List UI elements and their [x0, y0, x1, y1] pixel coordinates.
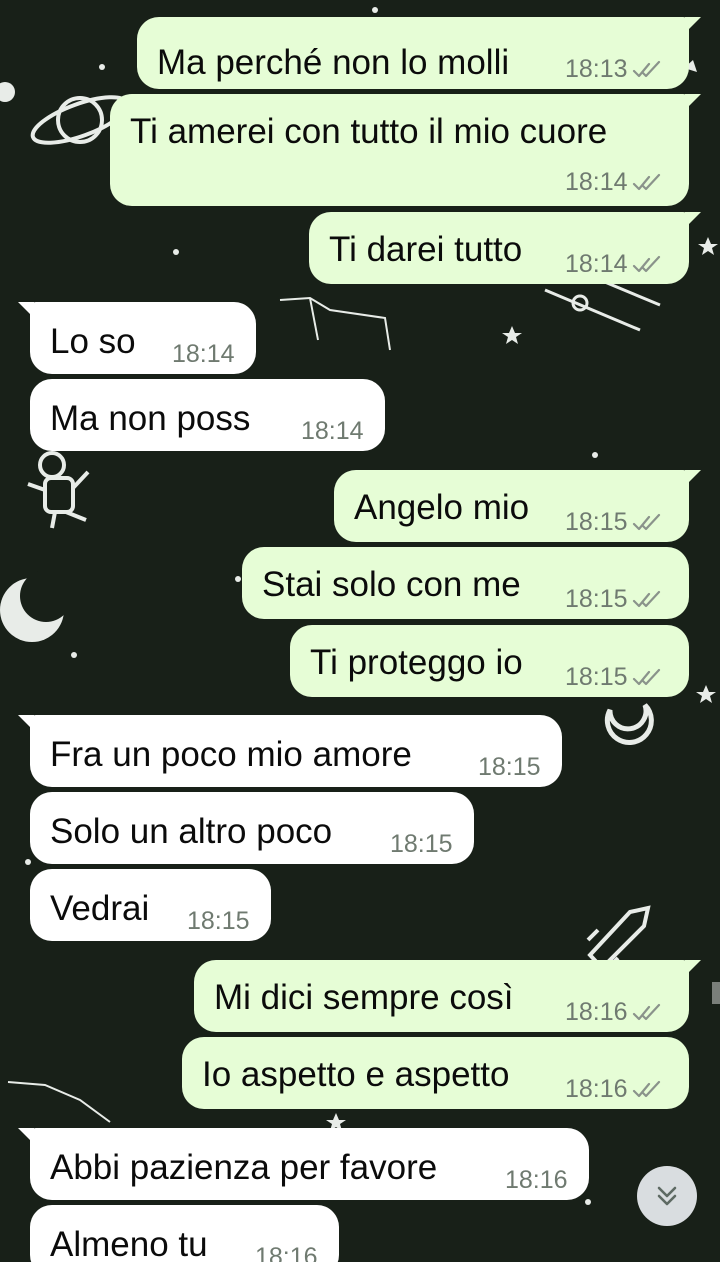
message-text: Abbi pazienza per favore — [50, 1148, 438, 1187]
message-text: Lo so — [50, 322, 136, 361]
incoming-message[interactable]: Ma non poss 18:14 — [30, 379, 385, 451]
message-timestamp: 18:15 — [565, 508, 628, 536]
message-meta: 18:15 — [478, 753, 541, 781]
message-text: Ma non poss — [50, 399, 251, 438]
bubble-tail — [18, 1128, 34, 1144]
scroll-indicator[interactable] — [712, 982, 720, 1004]
bubble-tail — [685, 17, 701, 33]
bubble-tail — [18, 302, 34, 318]
message-timestamp: 18:15 — [390, 830, 453, 858]
bubble-tail — [18, 715, 34, 731]
outgoing-message[interactable]: Stai solo con me 18:15 — [242, 547, 689, 619]
message-text: Vedrai — [50, 889, 150, 928]
message-meta: 18:15 — [187, 907, 250, 935]
moon-icon — [604, 703, 654, 745]
incoming-message[interactable]: Fra un poco mio amore 18:15 — [18, 715, 562, 787]
message-meta: 18:16 — [565, 1075, 662, 1103]
outgoing-message[interactable]: Ti proteggo io 18:15 — [290, 625, 689, 697]
message-meta: 18:14 — [565, 250, 662, 278]
message-timestamp: 18:15 — [187, 907, 250, 935]
message-text: Fra un poco mio amore — [50, 735, 412, 774]
double-check-icon — [632, 173, 660, 191]
double-check-icon — [632, 668, 660, 686]
double-check-icon — [632, 1003, 660, 1021]
double-check-icon — [632, 590, 660, 608]
message-meta: 18:14 — [565, 168, 662, 196]
message-text: Io aspetto e aspetto — [202, 1055, 510, 1094]
outgoing-message[interactable]: Io aspetto e aspetto 18:16 — [182, 1037, 689, 1109]
message-meta: 18:15 — [565, 663, 662, 691]
outgoing-message[interactable]: Angelo mio 18:15 — [334, 470, 701, 542]
outgoing-message[interactable]: Ti amerei con tutto il mio cuore 18:14 — [110, 94, 701, 206]
message-meta: 18:15 — [390, 830, 453, 858]
message-text: Ti amerei con tutto il mio cuore — [130, 112, 608, 151]
message-meta: 18:14 — [301, 417, 364, 445]
bubble-tail — [685, 212, 701, 228]
message-text: Solo un altro poco — [50, 812, 333, 851]
message-timestamp: 18:14 — [565, 168, 628, 196]
message-text: Ma perché non lo molli — [157, 43, 510, 82]
message-text: Ti proteggo io — [310, 643, 523, 682]
message-meta: 18:13 — [565, 55, 662, 83]
chevron-double-down-icon — [657, 1186, 677, 1206]
message-timestamp: 18:14 — [301, 417, 364, 445]
bubble-tail — [685, 470, 701, 486]
message-timestamp: 18:15 — [565, 663, 628, 691]
constellation-icon-2 — [7, 1081, 111, 1123]
incoming-message[interactable]: Solo un altro poco 18:15 — [30, 792, 474, 864]
message-meta: 18:16 — [565, 998, 662, 1026]
satellite-icon — [544, 278, 661, 332]
message-timestamp: 18:14 — [565, 250, 628, 278]
double-check-icon — [632, 1080, 660, 1098]
scroll-to-bottom-button[interactable] — [637, 1166, 697, 1226]
message-timestamp: 18:14 — [172, 340, 235, 368]
outgoing-message[interactable]: Ti darei tutto 18:14 — [309, 212, 701, 284]
moon-icon-large — [0, 570, 72, 642]
double-check-icon — [632, 60, 660, 78]
message-timestamp: 18:15 — [478, 753, 541, 781]
message-timestamp: 18:16 — [505, 1166, 568, 1194]
message-meta: 18:14 — [172, 340, 235, 368]
message-timestamp: 18:15 — [565, 585, 628, 613]
constellation-icon — [279, 296, 391, 351]
incoming-message[interactable]: Vedrai 18:15 — [30, 869, 271, 941]
message-meta: 18:15 — [565, 508, 662, 536]
outgoing-message[interactable]: Ma perché non lo molli 18:13 — [137, 17, 701, 89]
message-text: Almeno tu — [50, 1225, 208, 1262]
message-text: Ti darei tutto — [329, 230, 523, 269]
incoming-message[interactable]: Almeno tu 18:16 — [30, 1205, 339, 1262]
bubble-tail — [685, 94, 701, 110]
message-meta: 18:15 — [565, 585, 662, 613]
astronaut-icon — [27, 451, 90, 529]
bubble-tail — [685, 960, 701, 976]
message-timestamp: 18:16 — [565, 1075, 628, 1103]
double-check-icon — [632, 513, 660, 531]
message-text: Angelo mio — [354, 488, 530, 527]
message-timestamp: 18:16 — [565, 998, 628, 1026]
outgoing-message[interactable]: Mi dici sempre così 18:16 — [194, 960, 701, 1032]
message-text: Stai solo con me — [262, 565, 521, 604]
message-timestamp: 18:13 — [565, 55, 628, 83]
rocket-icon — [586, 905, 651, 971]
message-meta: 18:16 — [505, 1166, 568, 1194]
double-check-icon — [632, 255, 660, 273]
message-timestamp: 18:16 — [255, 1243, 318, 1262]
incoming-message[interactable]: Abbi pazienza per favore 18:16 — [18, 1128, 589, 1200]
message-text: Mi dici sempre così — [214, 978, 514, 1017]
incoming-message[interactable]: Lo so 18:14 — [18, 302, 256, 374]
message-meta: 18:16 — [255, 1243, 318, 1262]
